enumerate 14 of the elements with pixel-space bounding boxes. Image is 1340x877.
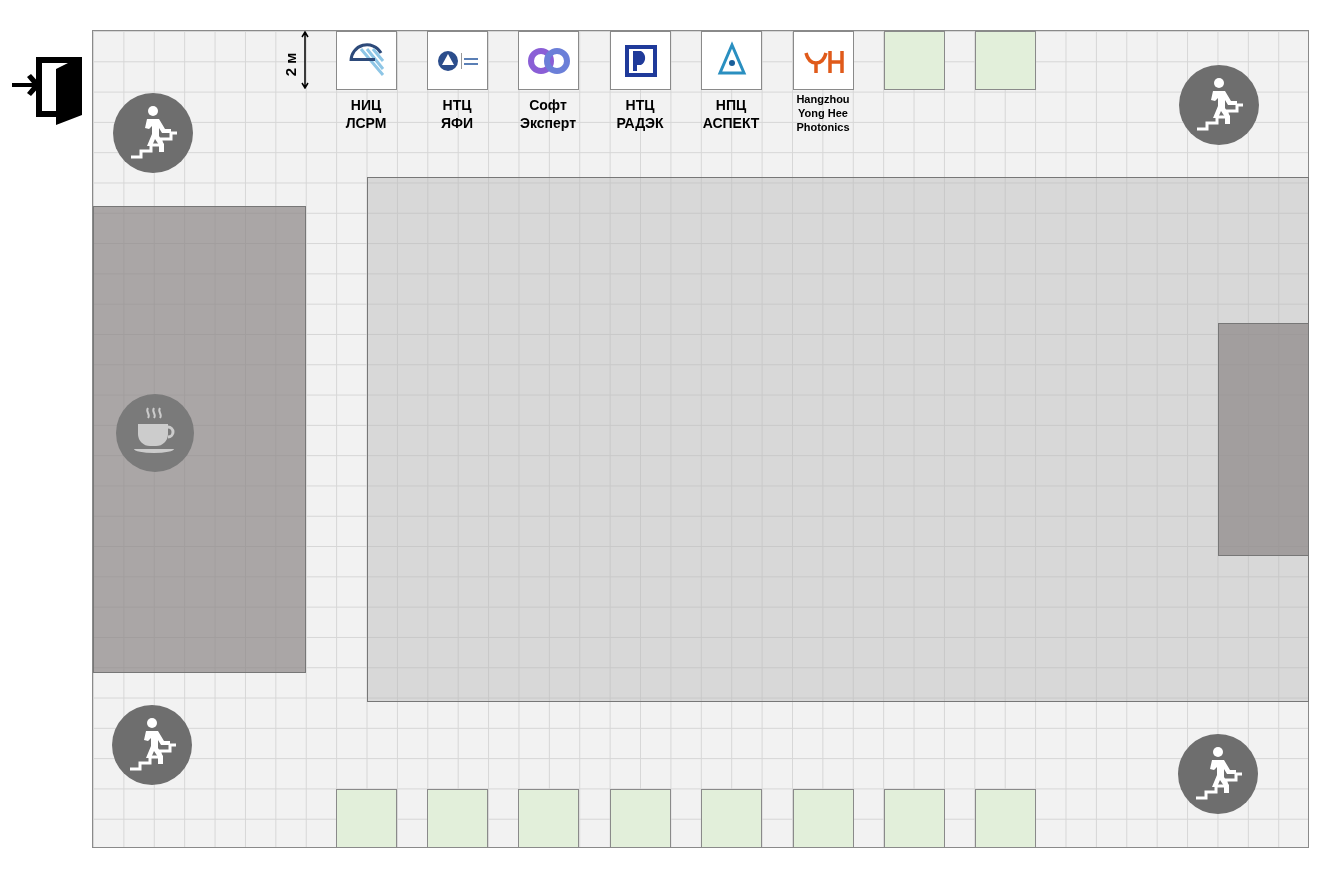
scale-label: 2 м xyxy=(280,51,300,77)
exhibitor-name: НТЦ РАДЭК xyxy=(615,97,665,132)
coffee-cup-icon xyxy=(116,394,194,472)
stairs-icon xyxy=(1178,734,1258,814)
exhibitor-name: Hangzhou Yong Hee Photonics xyxy=(795,93,851,135)
exhibitor-name: Софт Эксперт xyxy=(518,97,577,132)
exhibitor-name: НПЦ АСПЕКТ xyxy=(701,97,761,132)
entrance-door-icon xyxy=(12,55,84,127)
exhibitor-name: НИЦ ЛСРМ xyxy=(344,97,388,132)
stairs-icon xyxy=(113,93,193,173)
stairs-icon xyxy=(1179,65,1259,145)
exhibitor-name: НТЦ ЯФИ xyxy=(439,97,475,132)
stairs-icon xyxy=(112,705,192,785)
scale-arrow xyxy=(301,31,309,89)
